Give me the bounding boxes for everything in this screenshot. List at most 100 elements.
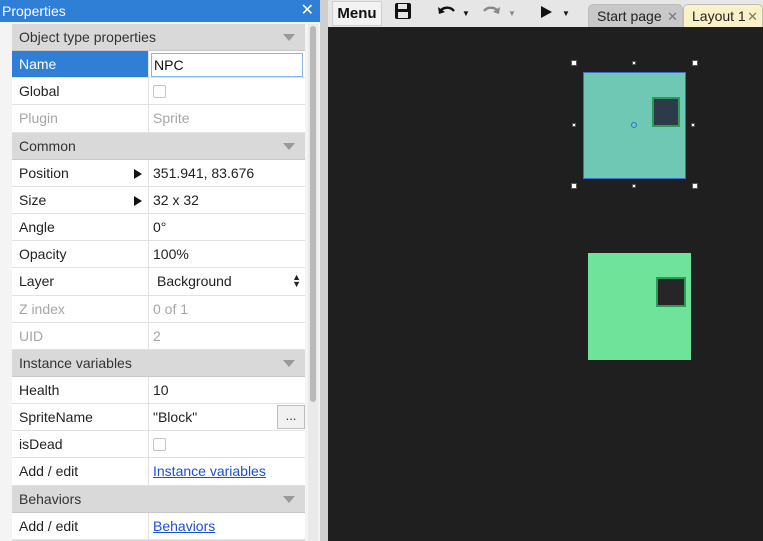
global-checkbox[interactable] (153, 85, 166, 99)
expand-arrow-icon[interactable] (134, 195, 142, 206)
edit-text-button[interactable]: ... (277, 405, 305, 430)
resize-handle[interactable] (571, 183, 577, 189)
tab-start-page[interactable]: Start page ✕ (588, 4, 683, 27)
property-label: Size (12, 186, 149, 213)
property-row-health[interactable]: Health 10 (12, 376, 305, 405)
properties-panel: Properties ✕ Object type properties Name… (0, 0, 320, 541)
section-label: Behaviors (19, 490, 82, 507)
properties-grid: Object type properties Name Global Plugi… (12, 24, 305, 541)
save-icon[interactable] (394, 2, 412, 29)
section-object-type[interactable]: Object type properties (12, 24, 305, 51)
property-row-isdead[interactable]: isDead (12, 431, 305, 459)
property-label: Layer (12, 268, 149, 295)
property-label: Health (12, 376, 149, 404)
resize-handle[interactable] (691, 123, 695, 127)
collapse-triangle-icon[interactable] (283, 495, 295, 503)
behaviors-link[interactable]: Behaviors (153, 518, 215, 534)
property-value[interactable]: "Block" ... (149, 404, 305, 430)
section-label: Object type properties (19, 29, 156, 45)
property-label: Angle (12, 213, 149, 241)
resize-handle[interactable] (692, 183, 698, 189)
resize-handle[interactable] (692, 60, 698, 66)
layer-select-value: Background (157, 273, 232, 290)
menu-button[interactable]: Menu (332, 1, 382, 26)
properties-title-bar: Properties ✕ (0, 0, 320, 22)
block-sprite[interactable] (588, 253, 691, 360)
tab-layout-1[interactable]: Layout 1 ✕ (683, 4, 763, 27)
resize-handle[interactable] (632, 61, 636, 65)
panel-splitter[interactable] (320, 0, 328, 541)
property-row-add-edit-vars[interactable]: Add / edit Instance variables (12, 458, 305, 486)
property-row-plugin: Plugin Sprite (12, 105, 305, 133)
layer-select[interactable]: Background ▲ ▼ (149, 268, 305, 294)
collapse-triangle-icon[interactable] (283, 142, 295, 150)
property-row-angle[interactable]: Angle 0° (12, 213, 305, 242)
undo-icon[interactable] (436, 3, 458, 30)
property-label: Opacity (12, 241, 149, 268)
property-value[interactable]: 0° (149, 214, 305, 240)
tab-close-icon[interactable]: ✕ (667, 5, 678, 28)
isdead-checkbox[interactable] (153, 438, 166, 452)
expand-arrow-icon[interactable] (134, 168, 142, 179)
property-label: SpriteName (12, 404, 149, 431)
tab-label: Layout 1 (692, 8, 746, 24)
property-label: Plugin (12, 105, 149, 132)
property-value: 0 of 1 (153, 300, 189, 317)
property-row-position[interactable]: Position 351.941, 83.676 (12, 159, 305, 187)
property-row-size[interactable]: Size 32 x 32 (12, 186, 305, 214)
select-arrows-icon: ▲ ▼ (292, 272, 301, 290)
property-value[interactable]: 351.941, 83.676 (149, 160, 305, 186)
resize-handle[interactable] (571, 60, 577, 66)
property-value: Sprite (153, 110, 190, 127)
property-row-zindex: Z index 0 of 1 (12, 295, 305, 323)
properties-scrollbar[interactable] (308, 24, 318, 541)
section-label: Instance variables (19, 354, 132, 371)
section-behaviors[interactable]: Behaviors (12, 485, 305, 513)
layout-canvas[interactable] (328, 27, 763, 541)
property-value[interactable]: 100% (149, 241, 305, 267)
instance-variables-link[interactable]: Instance variables (153, 463, 266, 479)
property-label: Z index (12, 295, 149, 322)
tab-close-icon[interactable]: ✕ (747, 5, 758, 28)
name-input[interactable] (151, 53, 303, 77)
property-label: Add / edit (12, 458, 149, 485)
property-row-layer[interactable]: Layer Background ▲ ▼ (12, 268, 305, 296)
toolbar: Menu ▼ ▼ ▼ Start page ✕ Layout 1 ✕ (328, 0, 763, 27)
property-label: Position (12, 159, 149, 186)
property-row-global[interactable]: Global (12, 78, 305, 106)
resize-handle[interactable] (572, 123, 576, 127)
property-row-name[interactable]: Name (12, 51, 305, 79)
property-value[interactable] (149, 51, 305, 77)
property-row-opacity[interactable]: Opacity 100% (12, 241, 305, 269)
spritename-value[interactable]: "Block" (153, 409, 197, 425)
property-label: Name (12, 51, 149, 78)
redo-dropdown-icon[interactable]: ▼ (508, 0, 516, 27)
play-dropdown-icon[interactable]: ▼ (562, 0, 570, 27)
origin-marker-icon (631, 122, 637, 128)
property-value[interactable]: 32 x 32 (149, 187, 305, 213)
section-common[interactable]: Common (12, 132, 305, 160)
tab-label: Start page (597, 8, 662, 24)
close-icon[interactable]: ✕ (301, 0, 314, 22)
property-value[interactable]: 10 (149, 377, 305, 403)
collapse-triangle-icon[interactable] (283, 359, 295, 367)
property-row-add-edit-behaviors[interactable]: Add / edit Behaviors (12, 512, 305, 540)
collapse-triangle-icon[interactable] (283, 34, 295, 41)
property-label: UID (12, 322, 149, 349)
sprite-eye (656, 277, 686, 307)
resize-handle[interactable] (632, 184, 636, 188)
section-instance-variables[interactable]: Instance variables (12, 349, 305, 377)
redo-icon[interactable] (480, 3, 502, 30)
property-value[interactable]: Behaviors (149, 513, 305, 539)
property-value[interactable] (149, 431, 305, 457)
scrollbar-thumb[interactable] (310, 26, 316, 402)
undo-dropdown-icon[interactable]: ▼ (462, 0, 470, 27)
section-label: Common (19, 137, 76, 154)
play-icon[interactable] (538, 3, 554, 30)
property-row-spritename[interactable]: SpriteName "Block" ... (12, 404, 305, 432)
property-label: Add / edit (12, 512, 149, 539)
property-value: 2 (153, 327, 161, 344)
property-value[interactable]: Instance variables (149, 458, 305, 484)
property-value[interactable] (149, 78, 305, 104)
npc-sprite-selected[interactable] (583, 72, 686, 179)
